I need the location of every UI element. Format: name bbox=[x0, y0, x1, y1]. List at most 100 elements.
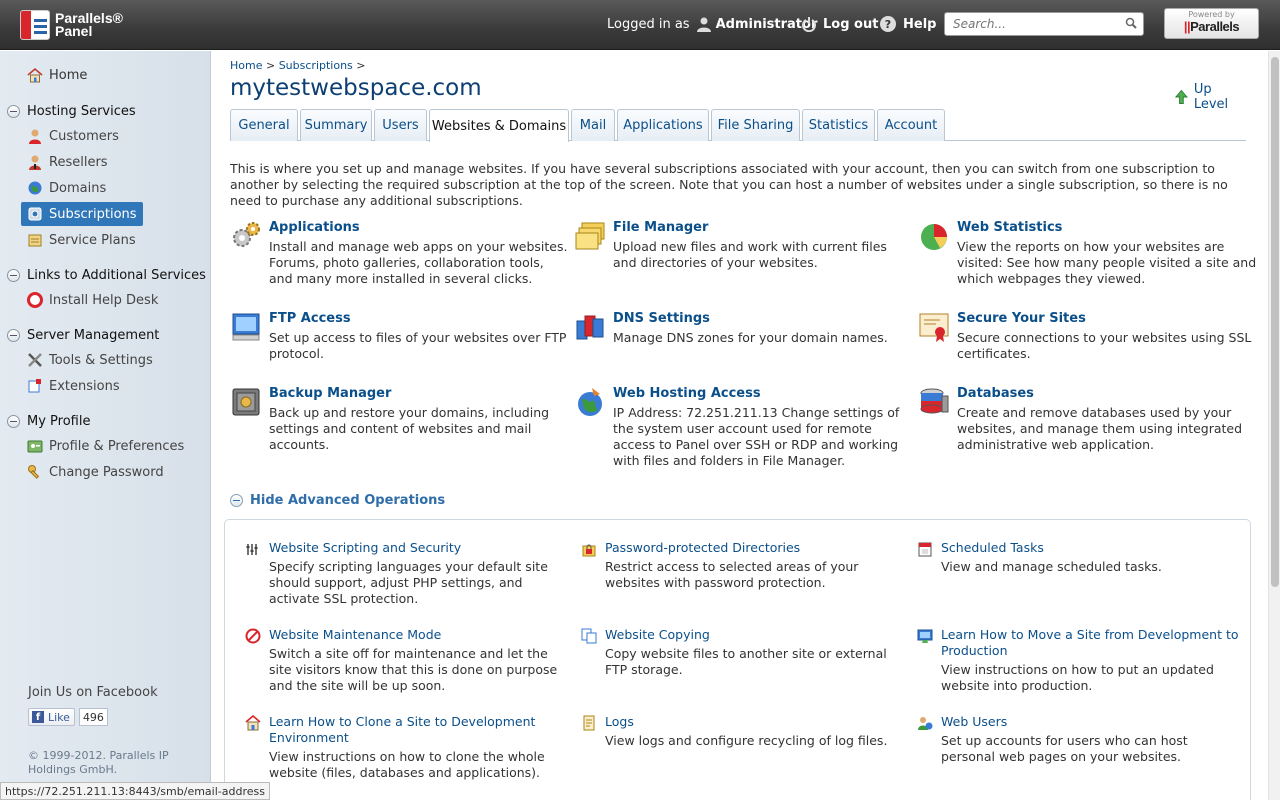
profile-icon bbox=[27, 440, 43, 453]
breadcrumb-subscriptions[interactable]: Subscriptions bbox=[279, 59, 353, 72]
nav-item-label: Service Plans bbox=[49, 232, 136, 248]
top-header: Parallels® Panel Logged in as Administra… bbox=[0, 0, 1280, 50]
logged-in-label: Logged in as bbox=[607, 16, 690, 32]
nav-item-label: Subscriptions bbox=[49, 206, 137, 222]
nav-group-hosting-services[interactable]: Hosting Services bbox=[7, 104, 136, 119]
adv-title[interactable]: Scheduled Tasks bbox=[941, 540, 1241, 556]
nav-item-profile-preferences[interactable]: Profile & Preferences bbox=[21, 434, 190, 458]
certificate-icon bbox=[919, 313, 949, 342]
feature-title[interactable]: FTP Access bbox=[269, 311, 351, 326]
vertical-scrollbar[interactable] bbox=[1268, 51, 1280, 800]
adv-desc: Switch a site off for maintenance and le… bbox=[269, 646, 558, 693]
adv-title[interactable]: Password-protected Directories bbox=[605, 540, 905, 556]
adv-desc: Set up accounts for users who can host p… bbox=[941, 733, 1188, 764]
adv-title[interactable]: Website Scripting and Security bbox=[269, 540, 569, 556]
up-arrow-icon bbox=[1174, 89, 1188, 104]
nav-group-links-additional-services[interactable]: Links to Additional Services bbox=[7, 268, 206, 283]
tab-file-sharing[interactable]: File Sharing bbox=[711, 109, 800, 141]
customer-icon bbox=[29, 129, 41, 144]
adv-desc: Copy website files to another site or ex… bbox=[605, 646, 887, 677]
tab-statistics[interactable]: Statistics bbox=[802, 109, 875, 141]
tab-account[interactable]: Account bbox=[877, 109, 945, 141]
nav-group-label: My Profile bbox=[27, 414, 91, 429]
feature-desc: Secure connections to your websites usin… bbox=[957, 330, 1252, 361]
adv-title[interactable]: Logs bbox=[605, 714, 905, 730]
nav-item-service-plans[interactable]: Service Plans bbox=[21, 228, 142, 252]
pie-chart-icon bbox=[921, 224, 947, 250]
adv-title[interactable]: Website Maintenance Mode bbox=[269, 627, 569, 643]
nav-item-label: Tools & Settings bbox=[49, 352, 153, 368]
feature-title[interactable]: Web Hosting Access bbox=[613, 386, 761, 401]
nav-item-resellers[interactable]: Resellers bbox=[21, 150, 114, 174]
feature-title[interactable]: Web Statistics bbox=[957, 220, 1062, 235]
search-input[interactable] bbox=[945, 13, 1115, 35]
nav-item-customers[interactable]: Customers bbox=[21, 124, 125, 148]
like-button[interactable]: f Like bbox=[28, 708, 75, 726]
key-icon bbox=[28, 465, 40, 479]
breadcrumb: Home > Subscriptions > bbox=[230, 59, 366, 72]
nav-item-change-password[interactable]: Change Password bbox=[21, 460, 170, 484]
facebook-title: Join Us on Facebook bbox=[28, 685, 158, 700]
nav-item-subscriptions[interactable]: Subscriptions bbox=[21, 202, 143, 226]
powered-by-parallels[interactable]: Powered by ||Parallels bbox=[1164, 8, 1259, 39]
tab-summary[interactable]: Summary bbox=[300, 109, 372, 141]
logout-link[interactable]: Log out bbox=[801, 16, 878, 32]
collapse-icon bbox=[7, 269, 20, 282]
user-icon bbox=[696, 17, 711, 32]
nav-item-tools-settings[interactable]: Tools & Settings bbox=[21, 348, 159, 372]
up-level-link[interactable]: Up Level bbox=[1174, 82, 1246, 112]
adv-title[interactable]: Learn How to Clone a Site to Development… bbox=[269, 714, 569, 746]
nav-item-install-help-desk[interactable]: Install Help Desk bbox=[21, 288, 164, 312]
home-icon bbox=[27, 67, 43, 83]
adv-title[interactable]: Web Users bbox=[941, 714, 1241, 730]
web-user-icon bbox=[918, 717, 933, 730]
service-plan-icon bbox=[28, 234, 42, 247]
parallels-panel-logo[interactable]: Parallels® Panel bbox=[20, 10, 123, 40]
nav-item-extensions[interactable]: Extensions bbox=[21, 374, 126, 398]
sidebar: Home Hosting Services Customers Reseller… bbox=[0, 51, 211, 800]
powered-by-label: Powered by bbox=[1188, 10, 1235, 19]
collapse-icon bbox=[7, 415, 20, 428]
scrollbar-thumb[interactable] bbox=[1271, 57, 1279, 587]
adv-title[interactable]: Website Copying bbox=[605, 627, 905, 643]
move-site-icon bbox=[917, 629, 933, 643]
search-icon[interactable] bbox=[1125, 17, 1137, 29]
adv-title[interactable]: Learn How to Move a Site from Developmen… bbox=[941, 627, 1241, 659]
feature-desc: IP Address: 72.251.211.13 Change setting… bbox=[613, 405, 900, 468]
nav-group-label: Links to Additional Services bbox=[27, 268, 206, 283]
nav-item-label: Customers bbox=[49, 128, 119, 144]
tab-applications[interactable]: Applications bbox=[617, 109, 709, 141]
nav-group-my-profile[interactable]: My Profile bbox=[7, 414, 90, 429]
help-link[interactable]: ? Help bbox=[880, 16, 936, 32]
nav-item-domains[interactable]: Domains bbox=[21, 176, 112, 200]
feature-desc: Back up and restore your domains, includ… bbox=[269, 405, 550, 452]
feature-title[interactable]: File Manager bbox=[613, 220, 708, 235]
database-icon bbox=[920, 388, 949, 414]
feature-desc: View the reports on how your websites ar… bbox=[957, 239, 1257, 286]
ftp-monitor-icon bbox=[232, 313, 260, 341]
tab-bar: General Summary Users Websites & Domains… bbox=[230, 109, 1246, 142]
nav-home[interactable]: Home bbox=[27, 67, 87, 83]
tab-mail[interactable]: Mail bbox=[571, 109, 615, 141]
feature-title[interactable]: Databases bbox=[957, 386, 1034, 401]
tab-websites-domains[interactable]: Websites & Domains bbox=[429, 109, 569, 142]
feature-title[interactable]: Applications bbox=[269, 220, 360, 235]
up-level-label: Up Level bbox=[1193, 82, 1229, 112]
search-box bbox=[944, 12, 1144, 36]
collapse-icon bbox=[230, 494, 243, 507]
breadcrumb-home[interactable]: Home bbox=[230, 59, 262, 72]
feature-title[interactable]: DNS Settings bbox=[613, 311, 710, 326]
nav-group-server-management[interactable]: Server Management bbox=[7, 328, 159, 343]
logout-label: Log out bbox=[823, 16, 879, 32]
subscription-icon bbox=[28, 207, 42, 221]
hide-advanced-toggle[interactable]: Hide Advanced Operations bbox=[230, 493, 445, 508]
feature-title[interactable]: Secure Your Sites bbox=[957, 311, 1086, 326]
advanced-operations-panel: Website Scripting and Security Specify s… bbox=[224, 519, 1251, 800]
feature-title[interactable]: Backup Manager bbox=[269, 386, 391, 401]
nav-group-label: Server Management bbox=[27, 328, 160, 343]
tab-users[interactable]: Users bbox=[374, 109, 427, 141]
tab-general[interactable]: General bbox=[230, 109, 298, 141]
safe-icon bbox=[232, 388, 260, 416]
nav-item-label: Resellers bbox=[49, 154, 108, 170]
adv-desc: Specify scripting languages your default… bbox=[269, 559, 548, 606]
